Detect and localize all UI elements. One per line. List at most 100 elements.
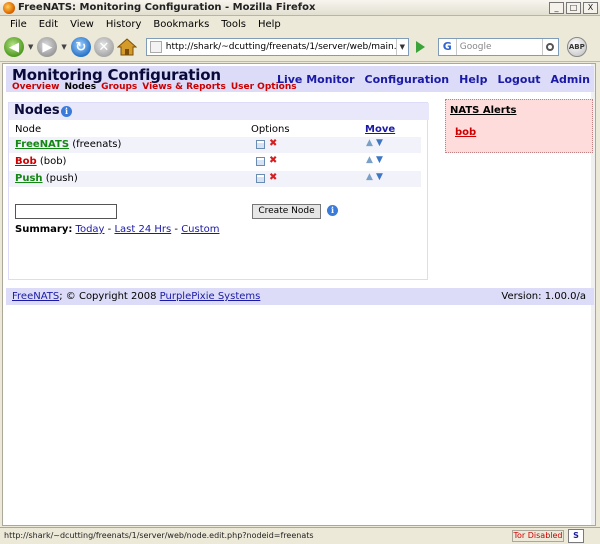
menu-tools[interactable]: Tools [215, 19, 252, 30]
move-down-icon[interactable]: ▼ [376, 172, 383, 182]
subnav-views-reports[interactable]: Views & Reports [142, 82, 226, 92]
magnifier-icon [546, 43, 555, 51]
summary-custom-link[interactable]: Custom [181, 224, 219, 235]
node-id: (freenats) [72, 139, 122, 150]
nodes-info-icon[interactable]: i [61, 106, 72, 117]
back-arrow-icon: ◀ [9, 39, 19, 55]
menu-history[interactable]: History [100, 19, 148, 30]
back-history-dropdown-icon[interactable]: ▼ [28, 43, 33, 51]
subnav-nodes[interactable]: Nodes [64, 82, 96, 92]
window-titlebar: FreeNATS: Monitoring Configuration - Moz… [0, 0, 600, 16]
search-button[interactable] [541, 39, 558, 55]
edit-icon[interactable] [256, 140, 265, 149]
navigation-toolbar: ◀ ▼ ▶ ▼ ↻ ✕ http://shark/~dcutting/freen… [0, 33, 600, 62]
nav-configuration[interactable]: Configuration [365, 73, 450, 86]
subnav-overview[interactable]: Overview [12, 82, 59, 92]
footer-copyright: FreeNATS; © Copyright 2008 PurplePixie S… [12, 291, 260, 302]
edit-icon[interactable] [256, 157, 265, 166]
create-node-button[interactable]: Create Node [252, 204, 321, 219]
delete-icon[interactable]: ✖ [269, 138, 277, 149]
table-row: Push (push) ✖ ▲ ▼ [9, 171, 421, 187]
node-id: (push) [45, 173, 78, 184]
node-link[interactable]: FreeNATS [15, 139, 69, 150]
column-header-options: Options [251, 124, 290, 135]
sub-navigation: Overview Nodes Groups Views & Reports Us… [12, 82, 297, 92]
nav-help[interactable]: Help [459, 73, 487, 86]
nav-live-monitor[interactable]: Live Monitor [277, 73, 355, 86]
subnav-groups[interactable]: Groups [101, 82, 137, 92]
alert-link[interactable]: bob [455, 127, 476, 138]
nav-logout[interactable]: Logout [497, 73, 540, 86]
summary-separator: - [107, 224, 112, 235]
reload-button[interactable]: ↻ [70, 37, 91, 57]
move-down-icon[interactable]: ▼ [376, 155, 383, 165]
address-dropdown-icon[interactable]: ▼ [395, 39, 408, 55]
menu-edit[interactable]: Edit [33, 19, 64, 30]
back-button[interactable]: ◀ [4, 37, 24, 57]
column-header-node: Node [15, 124, 42, 135]
top-navigation: Live Monitor Configuration Help Logout A… [277, 73, 590, 86]
reload-icon: ↻ [75, 39, 87, 55]
close-button[interactable]: X [583, 1, 598, 14]
nodes-panel-header: Nodes i [9, 103, 429, 120]
tor-status-button[interactable]: Tor Disabled [512, 530, 564, 542]
page-favicon-icon [149, 41, 162, 53]
adblock-plus-button[interactable]: ABP [566, 37, 587, 57]
search-engine-icon[interactable]: G [439, 39, 457, 55]
move-up-icon[interactable]: ▲ [366, 172, 373, 182]
summary-today-link[interactable]: Today [76, 224, 105, 235]
footer-company-link[interactable]: PurplePixie Systems [160, 291, 261, 302]
menu-help[interactable]: Help [252, 19, 287, 30]
stop-button[interactable]: ✕ [93, 37, 114, 57]
search-box[interactable]: G Google [437, 38, 559, 56]
address-input[interactable]: http://shark/~dcutting/freenats/1/server… [166, 42, 396, 52]
move-down-icon[interactable]: ▼ [376, 138, 383, 148]
minimize-button[interactable]: _ [549, 1, 564, 14]
new-node-input[interactable] [15, 204, 117, 219]
nodes-panel: Nodes i Node Options Move FreeNATS (free… [8, 102, 429, 280]
page-header: Monitoring Configuration Overview Nodes … [6, 66, 594, 92]
menu-bar: File Edit View History Bookmarks Tools H… [0, 16, 600, 33]
delete-icon[interactable]: ✖ [269, 172, 277, 183]
menu-bookmarks[interactable]: Bookmarks [147, 19, 215, 30]
table-row: FreeNATS (freenats) ✖ ▲ ▼ [9, 137, 421, 153]
maximize-button[interactable]: □ [566, 1, 581, 14]
nodes-title: Nodes [14, 103, 60, 118]
forward-arrow-icon: ▶ [42, 39, 53, 55]
stop-icon: ✕ [98, 39, 110, 55]
node-name-cell: Bob (bob) [15, 156, 66, 167]
create-node-info-icon[interactable]: i [327, 205, 338, 216]
go-arrow-icon [416, 41, 426, 53]
table-row: Bob (bob) ✖ ▲ ▼ [9, 154, 421, 170]
node-link[interactable]: Bob [15, 156, 37, 167]
column-header-move[interactable]: Move [365, 124, 395, 135]
summary-line: Summary: Today - Last 24 Hrs - Custom [15, 224, 220, 235]
footer-freenats-link[interactable]: FreeNATS [12, 291, 59, 302]
forward-history-dropdown-icon[interactable]: ▼ [61, 43, 66, 51]
summary-separator: - [174, 224, 179, 235]
menu-view[interactable]: View [64, 19, 100, 30]
node-link[interactable]: Push [15, 173, 43, 184]
window-controls: _ □ X [549, 1, 598, 14]
move-up-icon[interactable]: ▲ [366, 138, 373, 148]
search-input[interactable]: Google [457, 42, 542, 52]
node-name-cell: FreeNATS (freenats) [15, 139, 121, 150]
nav-admin[interactable]: Admin [551, 73, 590, 86]
page-footer: FreeNATS; © Copyright 2008 PurplePixie S… [6, 288, 594, 305]
home-button[interactable] [116, 38, 137, 56]
node-id: (bob) [39, 156, 67, 167]
footer-version: Version: 1.00.0/a [501, 291, 586, 302]
move-up-icon[interactable]: ▲ [366, 155, 373, 165]
menu-file[interactable]: File [4, 19, 33, 30]
edit-icon[interactable] [256, 174, 265, 183]
delete-icon[interactable]: ✖ [269, 155, 277, 166]
node-name-cell: Push (push) [15, 173, 78, 184]
page-content: Monitoring Configuration Overview Nodes … [2, 63, 596, 526]
address-bar[interactable]: http://shark/~dcutting/freenats/1/server… [145, 38, 409, 56]
status-text: http://shark/~dcutting/freenats/1/server… [4, 531, 314, 540]
forward-button[interactable]: ▶ [37, 37, 58, 57]
go-button[interactable] [412, 38, 430, 56]
summary-last24-link[interactable]: Last 24 Hrs [114, 224, 171, 235]
summary-label: Summary: [15, 224, 73, 235]
si-addon-icon[interactable]: S [568, 529, 584, 543]
